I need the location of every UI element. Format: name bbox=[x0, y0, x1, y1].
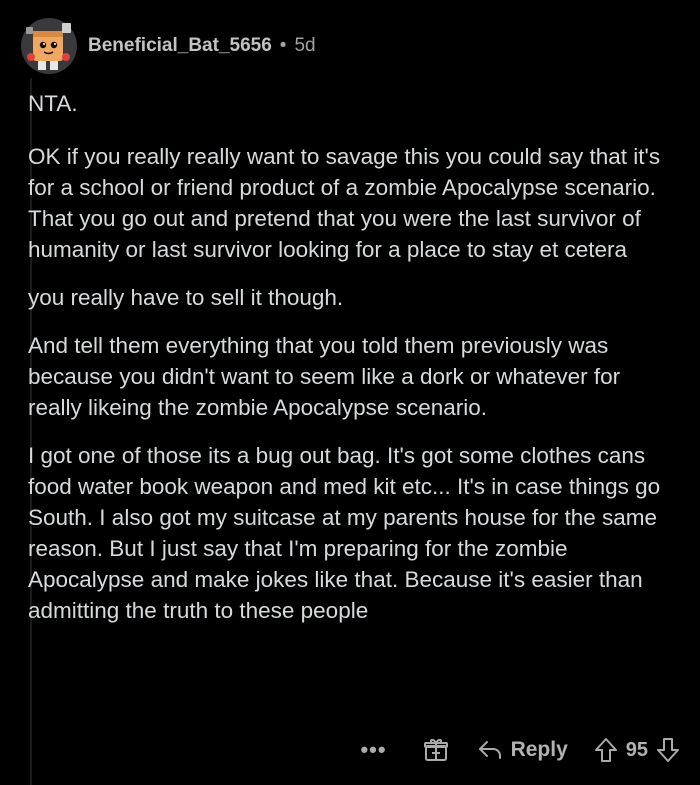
vote-controls: 95 bbox=[594, 737, 680, 763]
comment-age[interactable]: 5d bbox=[294, 35, 315, 57]
comment-paragraph: And tell them everything that you told t… bbox=[28, 333, 621, 420]
comment-body: NTA. OK if you really really want to sav… bbox=[28, 88, 678, 643]
vote-score: 95 bbox=[625, 738, 648, 761]
author-line: Beneficial_Bat_5656 • 5d bbox=[88, 35, 316, 57]
reply-button[interactable]: Reply bbox=[477, 738, 568, 762]
comment-header: Beneficial_Bat_5656 • 5d bbox=[20, 14, 316, 78]
snoo-avatar-icon[interactable] bbox=[20, 15, 78, 77]
comment-paragraph: you really have to sell it though. bbox=[28, 285, 344, 310]
comment-paragraph: NTA. bbox=[28, 91, 78, 116]
comment-actions: ••• Reply 95 bbox=[360, 732, 680, 768]
author-username[interactable]: Beneficial_Bat_5656 bbox=[88, 35, 272, 57]
meta-separator: • bbox=[279, 35, 287, 56]
comment-paragraph: I got one of those its a bug out bag. It… bbox=[28, 443, 661, 623]
downvote-arrow-icon[interactable] bbox=[656, 737, 680, 763]
upvote-arrow-icon[interactable] bbox=[594, 737, 618, 763]
comment: Beneficial_Bat_5656 • 5d NTA. OK if you … bbox=[0, 0, 700, 785]
reply-label: Reply bbox=[510, 738, 568, 761]
reply-arrow-icon bbox=[477, 739, 503, 761]
more-options-button[interactable]: ••• bbox=[360, 737, 386, 763]
comment-paragraph: OK if you really really want to savage t… bbox=[28, 144, 661, 262]
award-gift-icon[interactable] bbox=[423, 737, 449, 763]
